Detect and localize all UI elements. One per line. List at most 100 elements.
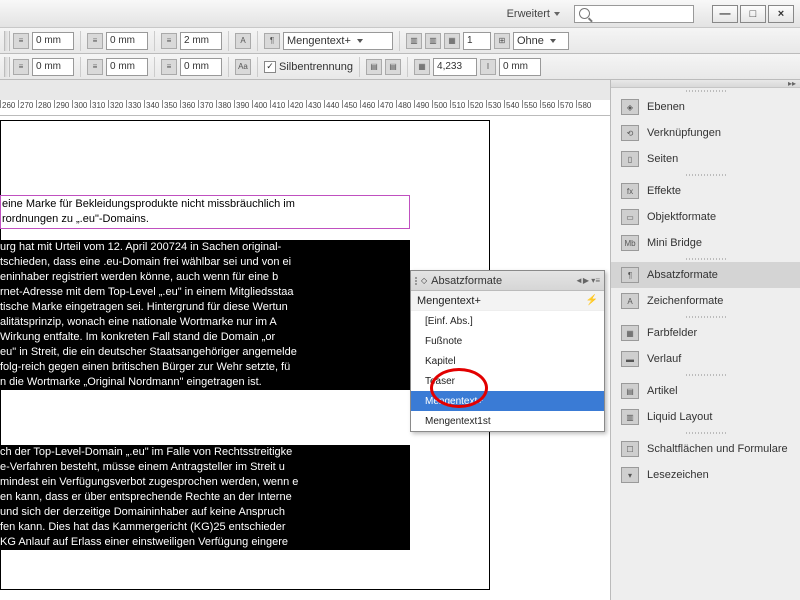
effekte-icon: fx <box>621 183 639 199</box>
title-bar: Erweitert — □ × <box>0 0 800 28</box>
panel-grip[interactable] <box>4 31 10 51</box>
style-item-kapitel[interactable]: Kapitel <box>411 351 604 371</box>
baseline-shift-icon[interactable]: I <box>480 59 496 75</box>
minimize-button[interactable]: — <box>712 5 738 23</box>
span-columns-icon[interactable]: ▦ <box>444 33 460 49</box>
grid-align-bottom-icon[interactable]: ▤ <box>385 59 401 75</box>
liquidlayout-icon: ▥ <box>621 409 639 425</box>
column-bridge-select[interactable]: Ohne <box>513 32 569 50</box>
style-item-teaser[interactable]: Teaser <box>411 371 604 391</box>
dock-item-label: Schaltflächen und Formulare <box>647 443 788 455</box>
seiten-icon: ▯ <box>621 151 639 167</box>
horizontal-ruler[interactable]: 2602702802903003103203303403503603703803… <box>0 100 610 116</box>
objektformate-icon: ▭ <box>621 209 639 225</box>
baseline-grid-icon[interactable]: ▦ <box>414 59 430 75</box>
columns-count-field[interactable]: 1 <box>463 32 491 50</box>
selected-text-block-2[interactable]: ch der Top-Level-Domain „.eu" im Falle v… <box>0 445 410 550</box>
paragraph-style-select[interactable]: Mengentext+ <box>283 32 393 50</box>
grid-align-top-icon[interactable]: ▤ <box>366 59 382 75</box>
dock-item-verknuepfungen[interactable]: ⟲Verknüpfungen <box>611 120 800 146</box>
document-area: 2602702802903003103203303403503603703803… <box>0 80 610 600</box>
zeichenformate-icon: A <box>621 293 639 309</box>
maximize-button[interactable]: □ <box>740 5 766 23</box>
dock-item-label: Mini Bridge <box>647 237 702 249</box>
dock-item-label: Seiten <box>647 153 678 165</box>
dock-item-minibridge[interactable]: MbMini Bridge <box>611 230 800 256</box>
workspace-switcher[interactable]: Erweitert <box>501 5 566 23</box>
dock-item-artikel[interactable]: ▤Artikel <box>611 378 800 404</box>
column-bridge-value: Ohne <box>517 35 544 47</box>
drop-cap-lines-icon[interactable]: Aa <box>235 59 251 75</box>
dock-item-schaltflaechen[interactable]: ☐ Schaltflächen und Formulare <box>611 436 800 462</box>
paragraph-style-icon[interactable]: ¶ <box>264 33 280 49</box>
selected-text-block-1[interactable]: urg hat mit Urteil vom 12. April 200724 … <box>0 240 410 390</box>
dock-item-seiten[interactable]: ▯ Seiten <box>611 146 800 172</box>
space-after-field[interactable]: 0 mm <box>106 58 148 76</box>
absatzformate-icon: ¶ <box>621 267 639 283</box>
style-item--einf-abs-[interactable]: [Einf. Abs.] <box>411 311 604 331</box>
text-line: urg hat mit Urteil vom 12. April 200724 … <box>0 240 410 255</box>
paragraph-styles-panel[interactable]: ◇ Absatzformate ◄▶ ▾≡ Mengentext+ ⚡ [Ein… <box>410 270 605 432</box>
dock-item-farbfelder[interactable]: ▦Farbfelder <box>611 320 800 346</box>
text-line: ch der Top-Level-Domain „.eu" im Falle v… <box>0 445 410 460</box>
dock-item-label: Objektformate <box>647 211 716 223</box>
last-line-icon[interactable]: ≡ <box>161 59 177 75</box>
panel-header[interactable]: ◇ Absatzformate ◄▶ ▾≡ <box>411 271 604 291</box>
dock-item-lesezeichen[interactable]: ▾Lesezeichen <box>611 462 800 488</box>
text-line: en kann, dass er über entsprechende Rech… <box>0 490 410 505</box>
collapse-icon: ▸▸ <box>788 79 796 88</box>
columns-icon-2[interactable]: ▥ <box>425 33 441 49</box>
baseline-value-field[interactable]: 4,233 <box>433 58 477 76</box>
chevron-down-icon <box>554 12 560 16</box>
hyphenation-checkbox[interactable]: ✓ Silbentrennung <box>264 61 353 73</box>
text-line: Wirkung entfalte. Im konkreten Fall stan… <box>0 330 410 345</box>
indent-first-field[interactable]: 0 mm <box>106 32 148 50</box>
dock-item-ebenen[interactable]: ◈Ebenen <box>611 94 800 120</box>
indent-first-icon[interactable]: ≡ <box>87 33 103 49</box>
baseline-shift-field[interactable]: 0 mm <box>499 58 541 76</box>
dock-item-absatzformate[interactable]: ¶Absatzformate <box>611 262 800 288</box>
text-frame-preview[interactable]: eine Marke für Bekleidungsprodukte nicht… <box>0 195 410 229</box>
dock-item-zeichenformate[interactable]: A Zeichenformate <box>611 288 800 314</box>
schaltflaechen-icon: ☐ <box>621 441 639 457</box>
space-before-field[interactable]: 0 mm <box>32 58 74 76</box>
search-input[interactable] <box>574 5 694 23</box>
text-line: folg-reich gegen einen britischen Bürger… <box>0 360 410 375</box>
indent-left-field[interactable]: 0 mm <box>32 32 74 50</box>
window-controls: — □ × <box>712 5 794 23</box>
first-line-icon[interactable]: ≡ <box>161 33 177 49</box>
dock-item-label: Zeichenformate <box>647 295 723 307</box>
drop-cap-icon[interactable]: A <box>235 33 251 49</box>
text-line: n die Wortmarke „Original Nordmann" eing… <box>0 375 410 390</box>
text-line: KG Anlauf auf Erlass einer einstweiligen… <box>0 535 410 550</box>
style-item-mengentext1st[interactable]: Mengentext1st <box>411 411 604 431</box>
style-item-mengentext-[interactable]: Mengentext+ <box>411 391 604 411</box>
paragraph-style-value: Mengentext+ <box>287 35 351 47</box>
text-line: mindest ein Verfügungsverbot zugesproche… <box>0 475 410 490</box>
dock-collapse-bar[interactable]: ▸▸ <box>611 80 800 88</box>
close-button[interactable]: × <box>768 5 794 23</box>
dock-item-objektformate[interactable]: ▭ Objektformate <box>611 204 800 230</box>
text-line: rordnungen zu „.eu"-Domains. <box>2 212 408 227</box>
current-style-row[interactable]: Mengentext+ ⚡ <box>411 291 604 311</box>
first-line-field[interactable]: 2 mm <box>180 32 222 50</box>
style-item-fu-note[interactable]: Fußnote <box>411 331 604 351</box>
columns-icon[interactable]: ▥ <box>406 33 422 49</box>
lesezeichen-icon: ▾ <box>621 467 639 483</box>
last-line-field[interactable]: 0 mm <box>180 58 222 76</box>
column-bridge-icon[interactable]: ⊞ <box>494 33 510 49</box>
dock-item-effekte[interactable]: fxEffekte <box>611 178 800 204</box>
text-line: und sich der derzeitige Domaininhaber au… <box>0 505 410 520</box>
panel-grip[interactable] <box>4 57 10 77</box>
space-before-icon[interactable]: ≡ <box>13 59 29 75</box>
dock-item-verlauf[interactable]: ▬Verlauf <box>611 346 800 372</box>
dock-item-liquidlayout[interactable]: ▥Liquid Layout <box>611 404 800 430</box>
farbfelder-icon: ▦ <box>621 325 639 341</box>
indent-left-icon[interactable]: ≡ <box>13 33 29 49</box>
space-after-icon[interactable]: ≡ <box>87 59 103 75</box>
search-icon <box>579 8 590 19</box>
panel-title: Absatzformate <box>431 275 502 287</box>
panel-controls[interactable]: ◄▶ ▾≡ <box>575 276 600 285</box>
checkbox-icon: ✓ <box>264 61 276 73</box>
ebenen-icon: ◈ <box>621 99 639 115</box>
